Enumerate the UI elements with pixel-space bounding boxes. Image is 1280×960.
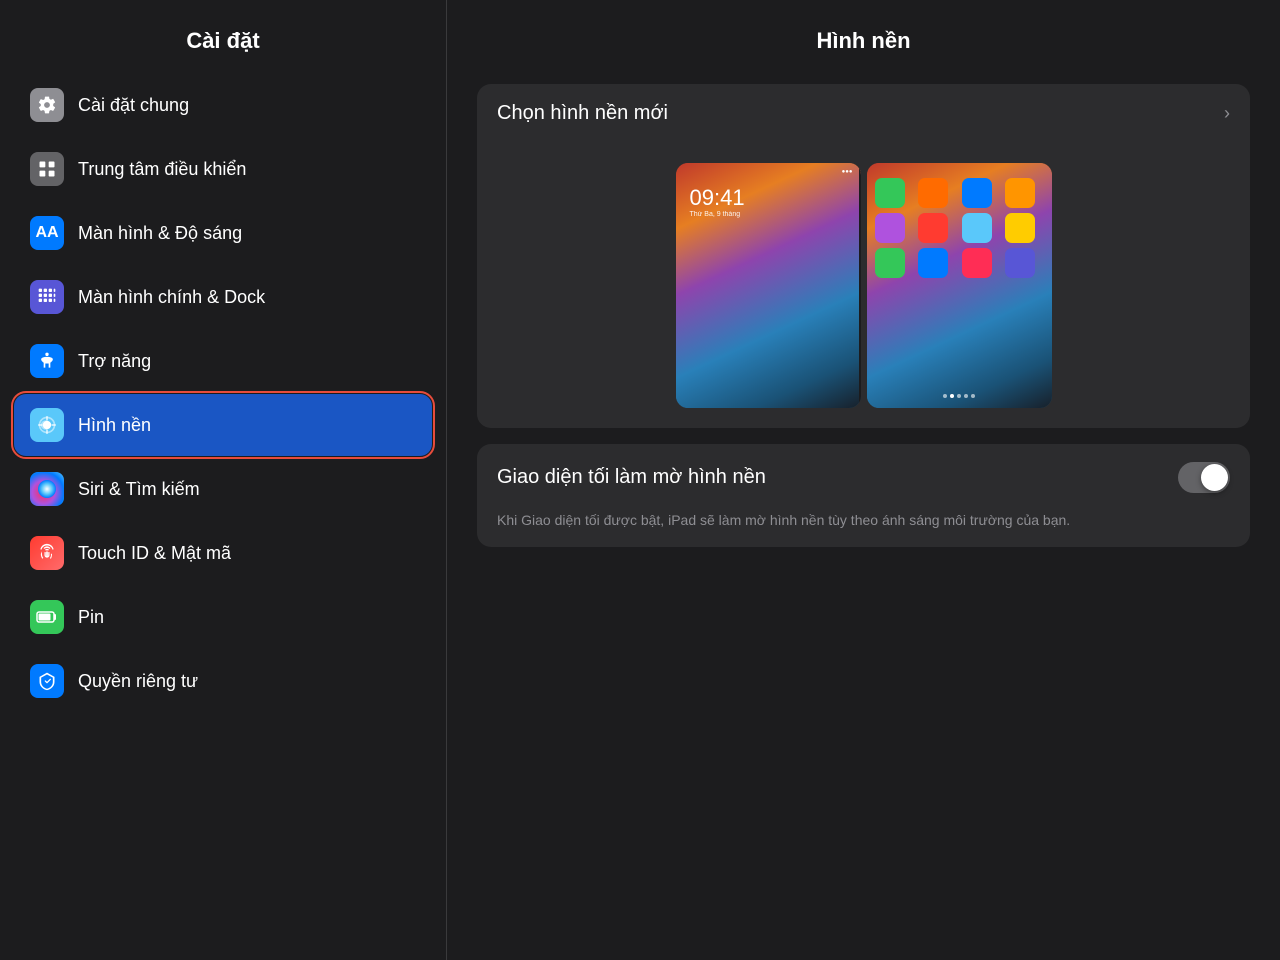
wallpaper-screens: 09:41 Thứ Ba, 9 tháng ●●● xyxy=(676,163,1052,408)
dot-1 xyxy=(943,394,947,398)
accessibility-icon xyxy=(30,344,64,378)
app-icon-8 xyxy=(1005,213,1035,243)
home-screen-preview xyxy=(867,163,1052,408)
app-icon-12 xyxy=(1005,248,1035,278)
choose-wallpaper-label: Chọn hình nền mới xyxy=(497,102,668,125)
sidebar-item-privacy-label: Quyền riêng tư xyxy=(78,671,198,692)
wallpaper-preview: 09:41 Thứ Ba, 9 tháng ●●● xyxy=(477,143,1250,428)
sidebar-item-wallpaper-label: Hình nền xyxy=(78,415,151,436)
choose-wallpaper-row[interactable]: Chọn hình nền mới › xyxy=(477,84,1250,143)
app-icon-2 xyxy=(918,178,948,208)
main-content: Hình nền Chọn hình nền mới › 09:41 xyxy=(447,0,1280,960)
dark-mode-label: Giao diện tối làm mờ hình nền xyxy=(497,466,766,489)
homescreen-icon xyxy=(30,280,64,314)
dot-4 xyxy=(964,394,968,398)
app-icon-1 xyxy=(875,178,905,208)
sidebar-item-homescreen-label: Màn hình chính & Dock xyxy=(78,287,265,308)
sidebar-item-privacy[interactable]: Quyền riêng tư xyxy=(14,650,432,712)
sidebar-item-homescreen[interactable]: Màn hình chính & Dock xyxy=(14,266,432,328)
wallpaper-icon xyxy=(30,408,64,442)
dark-mode-card: Giao diện tối làm mờ hình nền Khi Giao d… xyxy=(477,444,1250,547)
app-icon-9 xyxy=(875,248,905,278)
dark-mode-toggle-row: Giao diện tối làm mờ hình nền xyxy=(477,444,1250,511)
battery-icon xyxy=(30,600,64,634)
toggle-knob xyxy=(1201,464,1228,491)
sidebar-item-siri[interactable]: Siri & Tìm kiếm xyxy=(14,458,432,520)
control-center-icon xyxy=(30,152,64,186)
dot-5 xyxy=(971,394,975,398)
sidebar-item-general[interactable]: Cài đặt chung xyxy=(14,74,432,136)
sidebar-item-display-label: Màn hình & Độ sáng xyxy=(78,223,242,244)
app-icon-7 xyxy=(962,213,992,243)
sidebar-title: Cài đặt xyxy=(0,0,446,74)
dot-2 xyxy=(950,394,954,398)
sidebar-item-display[interactable]: AA Màn hình & Độ sáng xyxy=(14,202,432,264)
choose-wallpaper-card: Chọn hình nền mới › 09:41 Thứ Ba, 9 thán… xyxy=(477,84,1250,428)
content-body: Chọn hình nền mới › 09:41 Thứ Ba, 9 thán… xyxy=(447,74,1280,960)
sidebar-item-control-label: Trung tâm điều khiển xyxy=(78,159,246,180)
sidebar-list: Cài đặt chung Trung tâm điều khiển AA xyxy=(0,74,446,960)
app-container: Cài đặt Cài đặt chung xyxy=(0,0,1280,960)
sidebar-item-control-center[interactable]: Trung tâm điều khiển xyxy=(14,138,432,200)
lock-date: Thứ Ba, 9 tháng xyxy=(690,211,745,218)
sidebar-item-battery-label: Pin xyxy=(78,607,104,628)
sidebar-item-battery[interactable]: Pin xyxy=(14,586,432,648)
privacy-icon xyxy=(30,664,64,698)
app-icon-3 xyxy=(962,178,992,208)
app-icon-4 xyxy=(1005,178,1035,208)
sidebar: Cài đặt Cài đặt chung xyxy=(0,0,447,960)
home-icon-grid xyxy=(875,178,1044,278)
app-icon-11 xyxy=(962,248,992,278)
sidebar-item-accessibility-label: Trợ năng xyxy=(78,351,151,372)
dot-3 xyxy=(957,394,961,398)
sidebar-item-accessibility[interactable]: Trợ năng xyxy=(14,330,432,392)
lock-time: 09:41 xyxy=(690,185,745,211)
sidebar-item-touchid-label: Touch ID & Mật mã xyxy=(78,543,231,564)
app-icon-10 xyxy=(918,248,948,278)
gear-icon xyxy=(30,88,64,122)
home-screen-dots xyxy=(867,394,1052,398)
dark-mode-toggle[interactable] xyxy=(1178,462,1230,493)
app-icon-5 xyxy=(875,213,905,243)
touchid-icon xyxy=(30,536,64,570)
sidebar-item-touchid[interactable]: Touch ID & Mật mã xyxy=(14,522,432,584)
app-icon-6 xyxy=(918,213,948,243)
display-icon: AA xyxy=(30,216,64,250)
dark-mode-description: Khi Giao diện tối được bật, iPad sẽ làm … xyxy=(477,511,1250,547)
sidebar-item-wallpaper[interactable]: Hình nền xyxy=(14,394,432,456)
sidebar-item-general-label: Cài đặt chung xyxy=(78,95,189,116)
main-title: Hình nền xyxy=(447,0,1280,74)
sidebar-item-siri-label: Siri & Tìm kiếm xyxy=(78,479,200,500)
lock-screen-preview: 09:41 Thứ Ba, 9 tháng ●●● xyxy=(676,163,861,408)
chevron-right-icon: › xyxy=(1224,103,1230,124)
siri-icon xyxy=(30,472,64,506)
